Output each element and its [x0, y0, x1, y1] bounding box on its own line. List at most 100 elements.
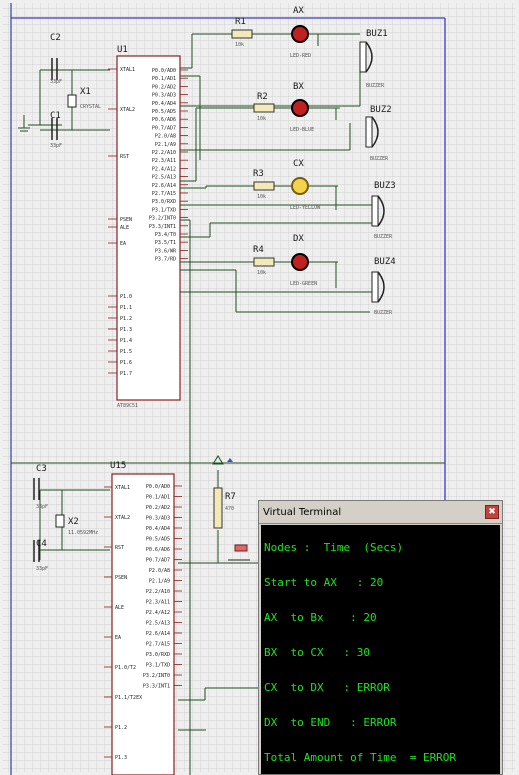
led-cx-part: LED-YELLOW — [290, 205, 321, 211]
mcu-pin-label: RST — [120, 154, 129, 160]
buzzer-buz3-part: BUZZER — [374, 234, 393, 240]
virtual-terminal-titlebar[interactable]: Virtual Terminal ✖ — [259, 501, 502, 524]
mcu-pin-label: P2.0/A8 — [149, 568, 170, 574]
virtual-terminal-title: Virtual Terminal — [263, 506, 342, 518]
mcu-pin-label: P0.2/AD2 — [152, 84, 176, 90]
mcu-pin-label: RST — [115, 545, 124, 551]
cap-c3-name: C3 — [36, 464, 47, 474]
mcu-pin-label: ALE — [120, 225, 129, 231]
mcu-pin-label: P1.3 — [115, 755, 127, 761]
cap-c2-name: C2 — [50, 33, 61, 43]
mcu-pin-label: P1.7 — [120, 371, 132, 377]
led-bx-part: LED-BLUE — [290, 127, 314, 133]
led-ax-name: AX — [293, 6, 304, 16]
buzzer-buz4-name: BUZ4 — [374, 257, 396, 267]
cap-c1-value: 33pF — [50, 143, 62, 149]
resistor-r3-name: R3 — [253, 169, 264, 179]
resistor-r2-value: 10k — [257, 116, 266, 122]
virtual-terminal-screen[interactable]: Nodes : Time (Secs) Start to AX : 20 AX … — [261, 525, 500, 774]
close-icon[interactable]: ✖ — [485, 505, 499, 519]
led-ax-part: LED-RED — [290, 53, 311, 59]
mcu-pin-label: P3.4/T0 — [155, 232, 176, 238]
mcu-pin-label: P0.0/AD0 — [146, 484, 170, 490]
terminal-line-bx-cx: BX to CX : 30 — [264, 646, 370, 659]
led-ax-lamp — [291, 25, 309, 43]
mcu-pin-label: P3.1/TXD — [152, 207, 176, 213]
mcu-pin-label: PSEN — [120, 217, 132, 223]
mcu-pin-label: EA — [120, 241, 126, 247]
led-dx-lamp — [291, 253, 309, 271]
mcu-pin-label: P2.4/A12 — [146, 610, 170, 616]
resistor-r4-name: R4 — [253, 245, 264, 255]
resistor-r7-value: 470 — [225, 506, 234, 512]
mcu-pin-label: P3.2/INT0 — [143, 673, 170, 679]
mcu-pin-label: P0.6/AD6 — [146, 547, 170, 553]
mcu-pin-label: P0.5/AD5 — [152, 109, 176, 115]
mcu-pin-label: P2.4/A12 — [152, 166, 176, 172]
mcu-u1-part: AT89C51 — [117, 403, 138, 409]
mcu-pin-label: XTAL2 — [115, 515, 130, 521]
mcu-pin-label: P2.2/A10 — [146, 589, 170, 595]
mcu-u15[interactable]: U15 XTAL1 XTAL2 RST PSEN ALE EA P1.0/T2 P1.1/T2… — [104, 461, 182, 775]
mcu-pin-label: P3.2/INT0 — [149, 216, 176, 222]
led-bx-name: BX — [293, 82, 304, 92]
mcu-pin-label: P0.0/AD0 — [152, 68, 176, 74]
mcu-pin-label: P3.5/T1 — [155, 240, 176, 246]
mcu-pin-label: P1.4 — [120, 338, 132, 344]
mcu-pin-label: P0.5/AD5 — [146, 537, 170, 543]
cap-c4-value: 33pF — [36, 566, 48, 572]
buzzer-buz1-part: BUZZER — [366, 83, 385, 89]
mcu-pin-label: P1.1 — [120, 305, 132, 311]
mcu-pin-label: P0.7/AD7 — [146, 558, 170, 564]
crystal-x1-value: CRYSTAL — [80, 104, 101, 110]
mcu-pin-label: P2.1/A9 — [155, 142, 176, 148]
mcu-pin-label: P0.6/AD6 — [152, 117, 176, 123]
mcu-pin-label: P0.2/AD2 — [146, 505, 170, 511]
mcu-pin-label: P1.5 — [120, 349, 132, 355]
led-cx-lamp — [291, 177, 309, 195]
terminal-line-total: Total Amount of Time = ERROR — [264, 751, 457, 764]
crystal-x2-name: X2 — [68, 517, 79, 527]
terminal-line-ax-bx: AX to Bx : 20 — [264, 611, 377, 624]
crystal-x1-name: X1 — [80, 87, 91, 97]
mcu-pin-label: P3.3/INT1 — [149, 224, 176, 230]
mcu-pin-label: EA — [115, 635, 121, 641]
cap-c2-value: 33pF — [50, 79, 62, 85]
mcu-pin-label: P2.1/A9 — [149, 579, 170, 585]
terminal-line-cx-dx: CX to DX : ERROR — [264, 681, 390, 694]
mcu-pin-label: P2.6/A14 — [152, 183, 176, 189]
mcu-pin-label: P3.7/RD — [155, 257, 176, 263]
buzzer-buz4-part: BUZZER — [374, 310, 393, 316]
mcu-pin-label: P0.7/AD7 — [152, 125, 176, 131]
mcu-pin-label: P0.1/AD1 — [152, 76, 176, 82]
mcu-pin-label: PSEN — [115, 575, 127, 581]
led-dx-part: LED-GREEN — [290, 281, 317, 287]
virtual-terminal-window[interactable]: Virtual Terminal ✖ Nodes : Time (Secs) S… — [258, 500, 503, 775]
mcu-u1-name: U1 — [117, 45, 128, 55]
mcu-pin-label: P2.5/A13 — [146, 621, 170, 627]
mcu-pin-label: P3.3/INT1 — [143, 684, 170, 690]
resistor-r3-value: 10k — [257, 194, 266, 200]
resistor-r1-name: R1 — [235, 17, 246, 27]
mcu-pin-label: P2.5/A13 — [152, 175, 176, 181]
terminal-line-start-ax: Start to AX : 20 — [264, 576, 384, 589]
resistor-r2-name: R2 — [257, 92, 268, 102]
cap-c3-value: 33pF — [36, 504, 48, 510]
mcu-pin-label: P1.1/T2EX — [115, 695, 142, 701]
buzzer-buz1-name: BUZ1 — [366, 29, 388, 39]
led-bx-lamp — [291, 99, 309, 117]
mcu-pin-label: P0.4/AD4 — [152, 101, 176, 107]
resistor-r4-value: 10k — [257, 270, 266, 276]
mcu-pin-label: XTAL1 — [120, 67, 135, 73]
mcu-pin-label: P3.1/TXD — [146, 663, 170, 669]
mcu-pin-label: P0.3/AD3 — [146, 516, 170, 522]
mcu-pin-label: XTAL1 — [115, 485, 130, 491]
mcu-pin-label: P1.2 — [115, 725, 127, 731]
mcu-pin-label: P2.6/A14 — [146, 631, 170, 637]
mcu-pin-label: P2.7/A15 — [152, 191, 176, 197]
mcu-pin-label: P2.2/A10 — [152, 150, 176, 156]
mcu-pin-label: P0.1/AD1 — [146, 495, 170, 501]
mcu-u1[interactable]: U1 AT89C51 XTAL1 XTAL2 RST PSEN ALE EA P1.0 P1.… — [108, 45, 188, 409]
mcu-pin-label: P2.3/A11 — [152, 158, 176, 164]
terminal-line-dx-end: DX to END : ERROR — [264, 716, 397, 729]
